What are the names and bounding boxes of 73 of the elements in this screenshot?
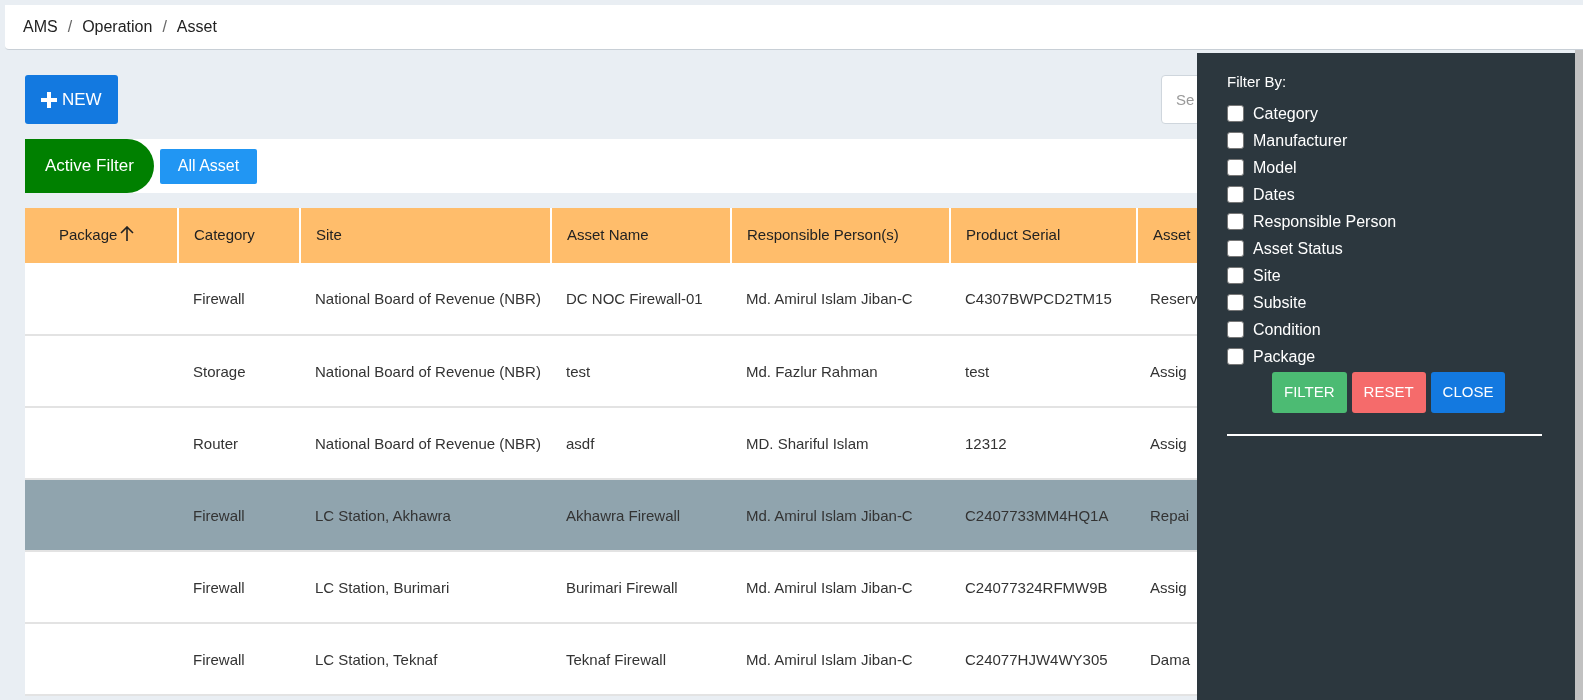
table-cell: 12312 <box>965 434 1007 452</box>
table-cell: DC NOC Firewall-01 <box>566 290 703 307</box>
breadcrumb-separator: / <box>162 17 167 37</box>
table-cell: LC Station, Akhawra <box>315 506 451 524</box>
scrollbar[interactable] <box>1575 50 1583 700</box>
table-cell: MD. Shariful Islam <box>746 434 869 452</box>
column-header[interactable]: Category <box>178 208 300 263</box>
table-cell: Firewall <box>193 650 245 668</box>
panel-title: Filter By: <box>1227 73 1288 92</box>
table-cell: National Board of Revenue (NBR) <box>315 290 541 307</box>
checkbox[interactable] <box>1227 159 1244 176</box>
table-cell: test <box>566 362 591 380</box>
breadcrumb-separator: / <box>67 17 73 37</box>
filter-tab[interactable]: Active Filter <box>25 139 154 193</box>
table-cell: Firewall <box>193 290 245 307</box>
table-cell: Md. Fazlur Rahman <box>746 362 878 380</box>
checkbox[interactable] <box>1227 321 1244 338</box>
breadcrumb-link[interactable]: Operation <box>82 15 153 39</box>
checkbox-label[interactable]: Package <box>1253 344 1316 369</box>
close-button[interactable]: CLOSE <box>1430 372 1506 413</box>
table-cell: Reserv <box>1150 290 1198 307</box>
checkbox-label[interactable]: Category <box>1253 101 1318 126</box>
table-cell: test <box>965 362 990 380</box>
column-header[interactable]: Asset Name <box>551 208 731 263</box>
table-cell: Storage <box>193 362 246 380</box>
checkbox-label[interactable]: Condition <box>1253 317 1321 342</box>
table-cell: C2407733MM4HQ1A <box>965 506 1109 524</box>
table-cell: Firewall <box>193 506 245 524</box>
checkbox[interactable] <box>1227 186 1244 203</box>
checkbox-label[interactable]: Dates <box>1253 182 1295 207</box>
table-cell: Assig <box>1150 362 1187 380</box>
table-cell: National Board of Revenue (NBR) <box>315 362 541 380</box>
table-cell: Md. Amirul Islam Jiban-C <box>746 290 913 307</box>
table-cell: asdf <box>566 434 595 452</box>
checkbox[interactable] <box>1227 213 1244 230</box>
table-cell: LC Station, Burimari <box>315 578 450 596</box>
table-cell: C24077324RFMW9B <box>965 578 1108 596</box>
table-cell: Repai <box>1150 506 1190 524</box>
table-cell: Assig <box>1150 434 1187 452</box>
column-header[interactable]: Site <box>300 208 551 263</box>
checkbox-label[interactable]: Responsible Person <box>1253 209 1397 234</box>
checkbox[interactable] <box>1227 267 1244 284</box>
checkbox[interactable] <box>1227 105 1244 122</box>
table-cell: Md. Amirul Islam Jiban-C <box>746 650 913 668</box>
table-cell: Md. Amirul Islam Jiban-C <box>746 578 913 596</box>
column-header[interactable]: Product Serial <box>950 208 1137 263</box>
checkbox[interactable] <box>1227 348 1244 365</box>
checkbox[interactable] <box>1227 240 1244 257</box>
checkbox-label[interactable]: Asset Status <box>1253 236 1343 261</box>
plus-icon <box>41 91 57 108</box>
new-button[interactable]: NEW <box>25 75 118 124</box>
column-header[interactable]: Package <box>25 208 178 263</box>
table-cell: Teknaf Firewall <box>566 650 667 668</box>
checkbox[interactable] <box>1227 294 1244 311</box>
breadcrumb-link[interactable]: Asset <box>176 15 217 39</box>
checkbox-label[interactable]: Subsite <box>1253 290 1307 315</box>
checkbox-label[interactable]: Site <box>1253 263 1281 288</box>
checkbox[interactable] <box>1227 132 1244 149</box>
table-cell: LC Station, Teknaf <box>315 650 438 668</box>
table-cell: C24077HJW4WY305 <box>965 650 1108 668</box>
checkbox-label[interactable]: Manufacturer <box>1253 128 1348 153</box>
table-cell: Router <box>193 434 239 452</box>
table-cell: Md. Amirul Islam Jiban-C <box>746 506 913 524</box>
table-cell: Akhawra Firewall <box>566 506 681 524</box>
checkbox-label[interactable]: Model <box>1253 155 1297 180</box>
table-cell: Firewall <box>193 578 245 596</box>
table-cell: Assig <box>1150 578 1187 596</box>
table-cell: Burimari Firewall <box>566 578 678 596</box>
table-cell: C4307BWPCD2TM15 <box>965 290 1112 307</box>
breadcrumb-link[interactable]: AMS <box>23 15 58 39</box>
table-cell: Dama <box>1150 650 1190 668</box>
column-header[interactable]: Responsible Person(s) <box>731 208 950 263</box>
table-cell: National Board of Revenue (NBR) <box>315 434 541 452</box>
